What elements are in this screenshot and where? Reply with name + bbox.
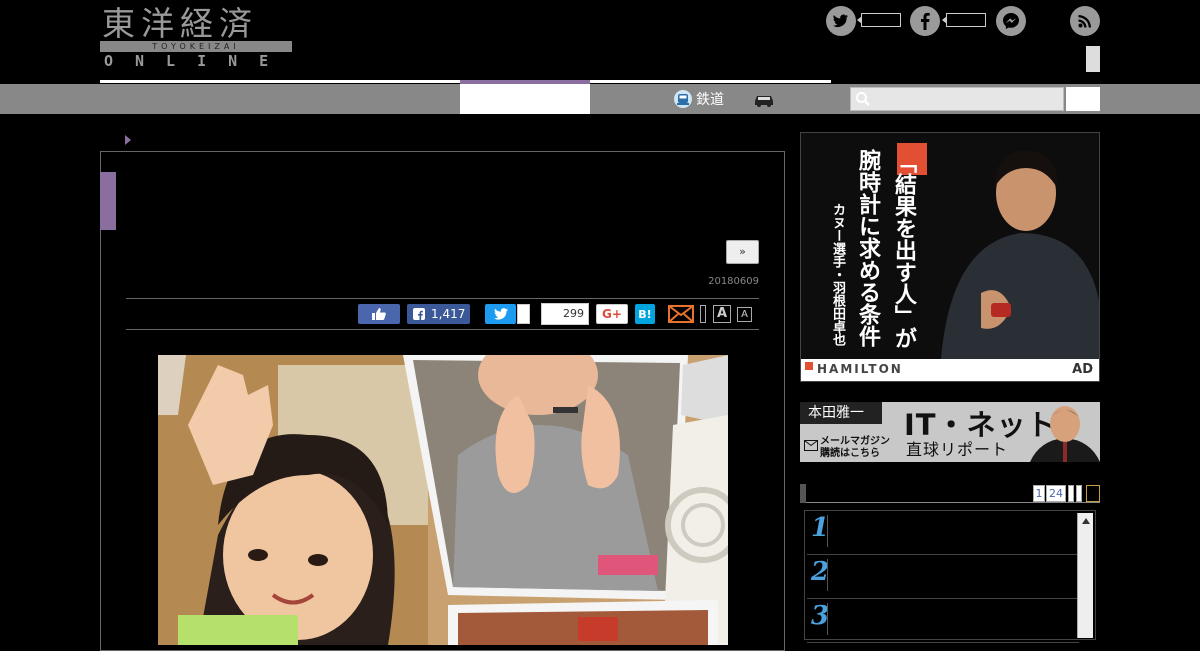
nav-item-car[interactable] <box>752 90 776 108</box>
twitter-share-count <box>517 304 530 324</box>
logo-kanji: 東洋経済 <box>102 4 258 43</box>
facebook-count-box <box>942 13 986 27</box>
hatena-bookmark-button[interactable]: B! <box>635 304 655 324</box>
search-icon <box>856 92 870 106</box>
next-page-button[interactable]: » <box>726 240 759 264</box>
ranking-scrollbar[interactable] <box>1077 513 1093 638</box>
hamilton-logo-mark <box>805 362 813 370</box>
rss-icon[interactable] <box>1070 6 1100 36</box>
divider <box>827 515 828 547</box>
ranking-tab-1[interactable]: 1 <box>1033 485 1045 502</box>
breadcrumb-arrow-icon <box>125 135 131 145</box>
logo-romaji: TOYOKEIZAI <box>100 41 292 52</box>
author-photo <box>1030 406 1100 462</box>
font-size-large-button[interactable]: A <box>713 305 731 323</box>
site-logo[interactable]: 東洋経済 TOYOKEIZAI ONLINE <box>100 4 292 70</box>
ranking-tab-24[interactable]: 24 <box>1046 485 1066 502</box>
mail-icon <box>804 440 818 451</box>
banner-magazine-line2: 購読はこちら <box>820 448 880 459</box>
ad-headline-2: 腕時計に求める条件 <box>855 149 880 347</box>
thumbs-up-icon <box>372 308 386 320</box>
ad-label: AD <box>1072 362 1093 377</box>
train-icon <box>674 90 692 108</box>
ranking-item[interactable]: 1 <box>807 511 1079 555</box>
twitter-icon <box>493 308 508 320</box>
twitter-icon[interactable] <box>826 6 856 36</box>
hatena-share-count: 299 <box>541 303 589 325</box>
google-plus-share-button[interactable]: G+ <box>596 304 628 324</box>
ranking-list: 1 2 3 <box>804 510 1096 643</box>
divider <box>827 603 828 635</box>
ad-photo <box>801 133 1099 359</box>
search-input[interactable] <box>850 87 1064 111</box>
banner-author: 本田雅一 <box>800 402 882 424</box>
search-button[interactable] <box>1066 87 1100 111</box>
nav-item-railway[interactable]: 鉄道 <box>674 87 724 111</box>
it-net-column-banner[interactable]: 本田雅一 IT・ネット 直球リポート メールマガジン 購読はこちら <box>800 402 1100 462</box>
ranking-item[interactable]: 3 <box>807 599 1079 643</box>
divider <box>126 329 759 330</box>
banner-subtitle: 直球リポート <box>906 440 1009 459</box>
ranking-header-accent <box>800 484 806 503</box>
twitter-share-button[interactable] <box>485 304 516 324</box>
article-photo <box>158 355 728 645</box>
ad-subline: カヌー選手・羽根田卓也 <box>830 203 845 346</box>
divider <box>126 298 759 299</box>
facebook-icon[interactable] <box>910 6 940 36</box>
ranking-tab[interactable] <box>1076 485 1082 502</box>
nav-railway-label: 鉄道 <box>696 92 724 108</box>
messenger-icon[interactable] <box>996 6 1026 36</box>
divider <box>827 559 828 591</box>
ranking-tab[interactable] <box>1086 485 1100 502</box>
mail-icon[interactable] <box>668 304 694 324</box>
facebook-share-button[interactable]: 1,417 <box>407 304 470 324</box>
publish-date: 20180609 <box>708 276 759 287</box>
ranking-item[interactable]: 2 <box>807 555 1079 599</box>
facebook-share-count: 1,417 <box>431 307 466 321</box>
car-icon <box>755 96 773 107</box>
facebook-icon <box>413 308 425 320</box>
nav-tab-active[interactable] <box>460 84 590 114</box>
ad-headline-1: 「結果を出す人」が <box>891 151 916 349</box>
article-title-accent <box>100 172 116 230</box>
login-button[interactable] <box>1086 46 1100 72</box>
hamilton-ad[interactable]: 「結果を出す人」が 腕時計に求める条件 カヌー選手・羽根田卓也 HAMILTON… <box>800 132 1100 382</box>
ranking-tab[interactable] <box>1068 485 1074 502</box>
logo-online: ONLINE <box>104 52 291 70</box>
font-size-small-button[interactable]: A <box>737 307 752 322</box>
twitter-count-box <box>857 13 901 27</box>
like-button[interactable] <box>358 304 400 324</box>
ad-brand: HAMILTON <box>817 362 903 376</box>
font-size-separator <box>700 305 706 323</box>
